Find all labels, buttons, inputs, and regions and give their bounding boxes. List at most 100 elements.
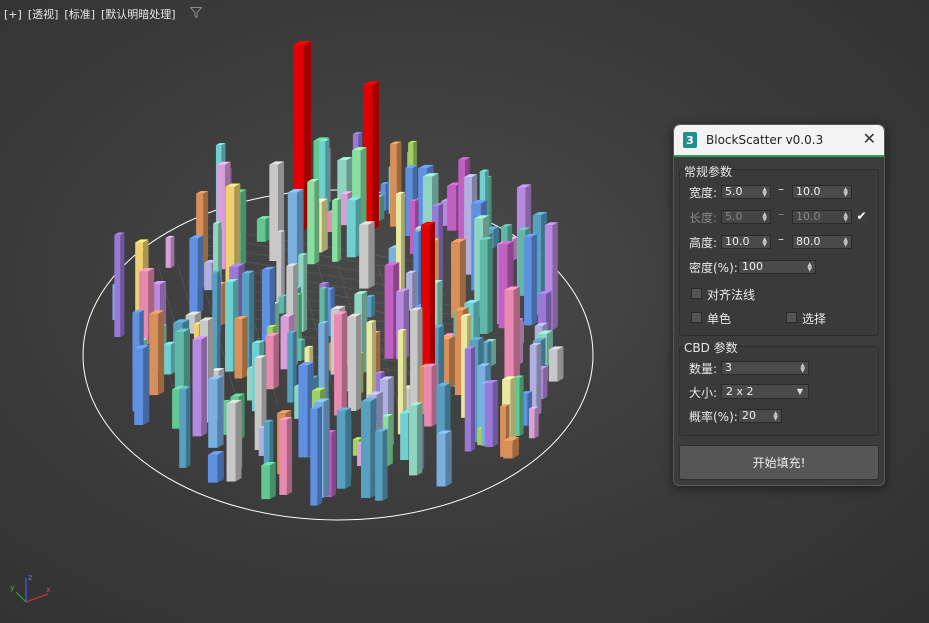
spinner-arrows-icon[interactable]: ▲ ▼: [762, 187, 767, 198]
block[interactable]: [464, 346, 476, 452]
start-fill-button[interactable]: 开始填充!: [679, 445, 879, 480]
block[interactable]: [360, 397, 377, 499]
panel-title: BlockScatter v0.0.3: [706, 133, 824, 147]
width-max-value: 10.0: [796, 185, 821, 198]
length-max-value: 10.0: [796, 210, 821, 223]
close-icon[interactable]: ✕: [863, 130, 876, 148]
viewport-labels: [+] [透视] [标准] [默认明暗处理]: [4, 6, 203, 22]
block[interactable]: [524, 233, 537, 326]
spinner-arrows-icon[interactable]: ▲ ▼: [843, 237, 848, 248]
block[interactable]: [375, 428, 388, 501]
block[interactable]: [409, 402, 423, 476]
align-normal-label: 对齐法线: [707, 288, 756, 302]
block[interactable]: [261, 462, 276, 500]
range-dash: –: [778, 182, 784, 196]
spinner-arrows-icon[interactable]: ▲ ▼: [762, 237, 767, 248]
width-min-spinner[interactable]: 5.0 ▲ ▼: [721, 185, 771, 199]
select-checkbox[interactable]: [786, 312, 797, 323]
block[interactable]: [359, 221, 375, 289]
block[interactable]: [174, 328, 191, 391]
block[interactable]: [528, 406, 539, 439]
block[interactable]: [307, 179, 320, 265]
block[interactable]: [179, 386, 191, 468]
viewport-menu-shading[interactable]: [默认明暗处理]: [101, 6, 176, 22]
block[interactable]: [348, 313, 362, 411]
spinner-arrows-icon[interactable]: ▲ ▼: [762, 212, 767, 223]
gizmo-x-label: x: [46, 585, 51, 594]
block[interactable]: [189, 235, 204, 314]
blockscatter-panel: 3 BlockScatter v0.0.3 ✕ 常规参数 宽度: 5.0 ▲ ▼ …: [673, 124, 885, 486]
app-icon: 3: [683, 132, 697, 148]
single-color-checkbox[interactable]: [691, 312, 702, 323]
height-label: 高度:: [689, 236, 718, 250]
block[interactable]: [336, 407, 352, 489]
height-min-spinner[interactable]: 10.0 ▲ ▼: [721, 235, 771, 249]
block[interactable]: [334, 311, 348, 416]
block[interactable]: [192, 336, 208, 437]
gizmo-z-label: z: [28, 573, 32, 582]
width-label: 宽度:: [689, 186, 718, 200]
length-min-value: 5.0: [725, 210, 743, 223]
block[interactable]: [503, 437, 520, 459]
count-label: 数量:: [689, 362, 718, 376]
block[interactable]: [234, 316, 248, 379]
viewport-menu-standard[interactable]: [标准]: [64, 6, 95, 22]
block[interactable]: [548, 346, 564, 382]
count-value: 3: [725, 361, 732, 374]
length-min-spinner[interactable]: 5.0 ▲ ▼: [721, 210, 771, 224]
block[interactable]: [332, 198, 342, 262]
length-label: 长度:: [689, 211, 718, 225]
range-dash: –: [778, 232, 784, 246]
height-max-value: 80.0: [796, 235, 821, 248]
height-max-spinner[interactable]: 80.0 ▲ ▼: [792, 235, 852, 249]
spinner-arrows-icon[interactable]: ▲ ▼: [800, 363, 805, 374]
block[interactable]: [479, 237, 493, 334]
viewport-menu-plus[interactable]: [+]: [4, 8, 22, 21]
general-params-label: 常规参数: [684, 165, 733, 179]
width-max-spinner[interactable]: 10.0 ▲ ▼: [792, 185, 852, 199]
block[interactable]: [436, 430, 452, 487]
probability-spinner[interactable]: 20 ▲ ▼: [738, 409, 782, 423]
count-spinner[interactable]: 3 ▲ ▼: [721, 361, 809, 375]
block[interactable]: [504, 286, 520, 389]
probability-value: 20: [742, 409, 756, 422]
spinner-arrows-icon[interactable]: ▲ ▼: [843, 212, 848, 223]
spinner-arrows-icon[interactable]: ▲ ▼: [807, 262, 812, 273]
panel-titlebar[interactable]: 3 BlockScatter v0.0.3 ✕: [674, 125, 884, 157]
block[interactable]: [256, 216, 272, 242]
block[interactable]: [163, 341, 176, 375]
size-label: 大小:: [689, 386, 718, 400]
block[interactable]: [278, 294, 288, 314]
block[interactable]: [114, 232, 125, 338]
block[interactable]: [165, 235, 175, 268]
range-dash: –: [778, 207, 784, 221]
block[interactable]: [208, 375, 224, 448]
block[interactable]: [436, 382, 451, 434]
viewport-menu-perspective[interactable]: [透视]: [28, 6, 59, 22]
density-value: 100: [742, 260, 763, 273]
single-color-label: 单色: [707, 312, 732, 326]
block[interactable]: [226, 399, 242, 482]
block[interactable]: [484, 379, 499, 448]
probability-label: 概率(%):: [689, 410, 738, 424]
size-dropdown[interactable]: 2 x 2 ▼: [721, 384, 809, 399]
density-spinner[interactable]: 100 ▲ ▼: [738, 260, 816, 274]
axis-gizmo-icon: x y z: [10, 573, 51, 603]
block[interactable]: [134, 345, 150, 426]
block[interactable]: [207, 451, 224, 483]
block[interactable]: [451, 238, 466, 318]
block[interactable]: [310, 406, 323, 506]
density-label: 密度(%):: [689, 261, 738, 275]
spinner-arrows-icon[interactable]: ▲ ▼: [843, 187, 848, 198]
block[interactable]: [265, 332, 279, 390]
length-max-spinner[interactable]: 10.0 ▲ ▼: [792, 210, 852, 224]
block[interactable]: [279, 417, 293, 495]
filter-icon[interactable]: [188, 7, 203, 21]
block[interactable]: [423, 363, 437, 427]
width-min-value: 5.0: [725, 185, 743, 198]
spinner-arrows-icon[interactable]: ▲ ▼: [773, 411, 778, 422]
align-normal-checkbox[interactable]: [691, 288, 702, 299]
block[interactable]: [149, 310, 165, 396]
select-label: 选择: [802, 312, 827, 326]
length-lock-checkbox[interactable]: ✔: [856, 210, 867, 222]
